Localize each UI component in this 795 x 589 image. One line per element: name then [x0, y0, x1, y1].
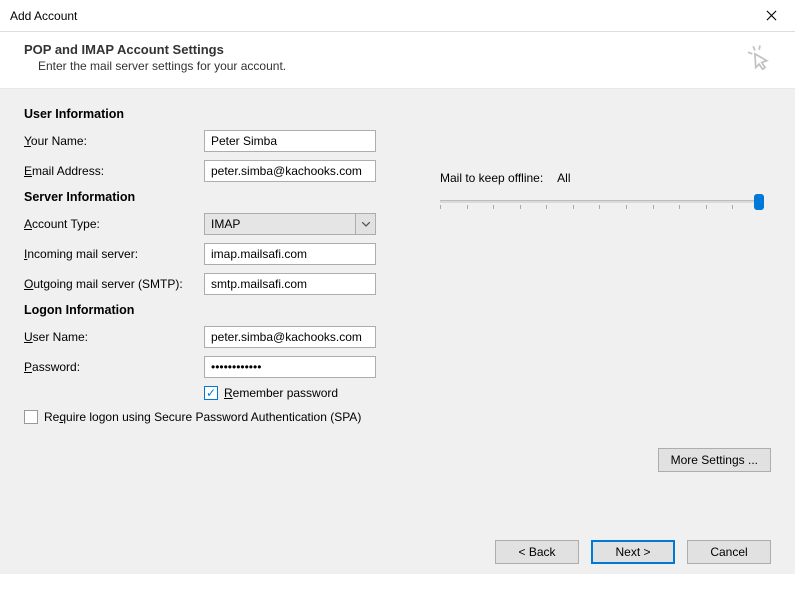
header-subtitle: Enter the mail server settings for your … — [24, 59, 286, 73]
remember-password-label: Remember password — [224, 386, 338, 400]
close-button[interactable] — [753, 2, 789, 30]
more-settings-button[interactable]: More Settings ... — [658, 448, 771, 472]
spa-checkbox[interactable] — [24, 410, 38, 424]
section-server-info: Server Information — [24, 190, 404, 204]
incoming-label: Incoming mail server: — [24, 247, 204, 261]
account-type-select[interactable]: IMAP — [204, 213, 376, 235]
your-name-input[interactable] — [204, 130, 376, 152]
offline-column: Mail to keep offline: All — [440, 107, 771, 430]
user-name-input[interactable] — [204, 326, 376, 348]
outgoing-label: Outgoing mail server (SMTP): — [24, 277, 204, 291]
offline-value: All — [557, 171, 570, 185]
your-name-label: YYour Name:our Name: — [24, 134, 204, 148]
back-button[interactable]: < Back — [495, 540, 579, 564]
title-bar: Add Account — [0, 0, 795, 32]
offline-label: Mail to keep offline: — [440, 171, 543, 185]
email-input[interactable] — [204, 160, 376, 182]
next-button[interactable]: Next > — [591, 540, 675, 564]
dialog-footer: < Back Next > Cancel — [24, 527, 771, 564]
email-label: Email Address: — [24, 164, 204, 178]
section-user-info: User Information — [24, 107, 404, 121]
outgoing-server-input[interactable] — [204, 273, 376, 295]
incoming-server-input[interactable] — [204, 243, 376, 265]
cursor-icon — [743, 42, 777, 76]
slider-thumb[interactable] — [754, 194, 764, 210]
user-name-label: User Name: — [24, 330, 204, 344]
close-icon — [766, 10, 777, 21]
mail-offline-slider[interactable] — [440, 193, 760, 211]
remember-password-checkbox[interactable]: ✓ — [204, 386, 218, 400]
dialog-header: POP and IMAP Account Settings Enter the … — [0, 32, 795, 89]
chevron-down-icon — [355, 214, 375, 234]
password-label: Password: — [24, 360, 204, 374]
cancel-button[interactable]: Cancel — [687, 540, 771, 564]
section-logon-info: Logon Information — [24, 303, 404, 317]
password-input[interactable] — [204, 356, 376, 378]
check-icon: ✓ — [206, 387, 216, 399]
account-type-label: Account Type: — [24, 217, 204, 231]
spa-label: Require logon using Secure Password Auth… — [44, 410, 361, 424]
form-column: User Information YYour Name:our Name: Em… — [24, 107, 404, 430]
dialog-content: User Information YYour Name:our Name: Em… — [0, 89, 795, 574]
account-type-value: IMAP — [211, 217, 240, 231]
header-title: POP and IMAP Account Settings — [24, 42, 286, 57]
window-title: Add Account — [10, 9, 77, 23]
